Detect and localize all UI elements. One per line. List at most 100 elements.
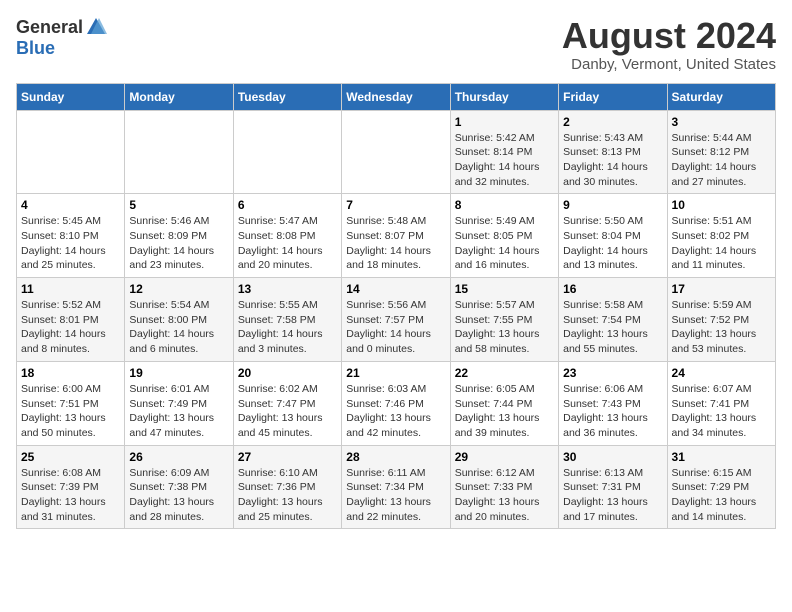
calendar-cell: 22 Sunrise: 6:05 AM Sunset: 7:44 PM Dayli… — [450, 361, 558, 445]
calendar-week-row: 4 Sunrise: 5:45 AM Sunset: 8:10 PM Daylig… — [17, 194, 776, 278]
day-number: 21 — [346, 366, 445, 380]
day-info: Sunrise: 5:51 AM Sunset: 8:02 PM Dayligh… — [672, 214, 771, 273]
calendar-week-row: 18 Sunrise: 6:00 AM Sunset: 7:51 PM Dayli… — [17, 361, 776, 445]
calendar-cell: 12 Sunrise: 5:54 AM Sunset: 8:00 PM Dayli… — [125, 278, 233, 362]
calendar-cell — [342, 110, 450, 194]
day-number: 20 — [238, 366, 337, 380]
day-number: 31 — [672, 450, 771, 464]
day-number: 27 — [238, 450, 337, 464]
day-number: 11 — [21, 282, 120, 296]
day-number: 17 — [672, 282, 771, 296]
day-info: Sunrise: 6:03 AM Sunset: 7:46 PM Dayligh… — [346, 382, 445, 441]
day-number: 10 — [672, 198, 771, 212]
day-info: Sunrise: 5:59 AM Sunset: 7:52 PM Dayligh… — [672, 298, 771, 357]
calendar-cell: 31Sunrise: 6:15 AM Sunset: 7:29 PM Dayli… — [667, 445, 775, 529]
weekday-header-thursday: Thursday — [450, 83, 558, 110]
calendar-cell — [17, 110, 125, 194]
day-number: 5 — [129, 198, 228, 212]
day-info: Sunrise: 6:11 AM Sunset: 7:34 PM Dayligh… — [346, 466, 445, 525]
calendar-cell: 23Sunrise: 6:06 AM Sunset: 7:43 PM Dayli… — [559, 361, 667, 445]
day-number: 26 — [129, 450, 228, 464]
day-info: Sunrise: 5:45 AM Sunset: 8:10 PM Dayligh… — [21, 214, 120, 273]
day-number: 4 — [21, 198, 120, 212]
day-info: Sunrise: 5:54 AM Sunset: 8:00 PM Dayligh… — [129, 298, 228, 357]
calendar-cell: 16 Sunrise: 5:58 AM Sunset: 7:54 PM Dayli… — [559, 278, 667, 362]
calendar-cell: 1 Sunrise: 5:42 AM Sunset: 8:14 PM Daylig… — [450, 110, 558, 194]
day-info: Sunrise: 5:47 AM Sunset: 8:08 PM Dayligh… — [238, 214, 337, 273]
day-info: Sunrise: 5:44 AM Sunset: 8:12 PM Dayligh… — [672, 131, 771, 190]
day-number: 7 — [346, 198, 445, 212]
day-info: Sunrise: 5:46 AM Sunset: 8:09 PM Dayligh… — [129, 214, 228, 273]
day-info: Sunrise: 5:56 AM Sunset: 7:57 PM Dayligh… — [346, 298, 445, 357]
day-number: 16 — [563, 282, 662, 296]
day-info: Sunrise: 5:52 AM Sunset: 8:01 PM Dayligh… — [21, 298, 120, 357]
day-number: 1 — [455, 115, 554, 129]
weekday-header-wednesday: Wednesday — [342, 83, 450, 110]
day-number: 22 — [455, 366, 554, 380]
calendar-cell: 8 Sunrise: 5:49 AM Sunset: 8:05 PM Daylig… — [450, 194, 558, 278]
day-info: Sunrise: 5:49 AM Sunset: 8:05 PM Dayligh… — [455, 214, 554, 273]
day-info: Sunrise: 5:48 AM Sunset: 8:07 PM Dayligh… — [346, 214, 445, 273]
day-number: 6 — [238, 198, 337, 212]
calendar-week-row: 25Sunrise: 6:08 AM Sunset: 7:39 PM Dayli… — [17, 445, 776, 529]
day-number: 28 — [346, 450, 445, 464]
calendar-cell: 19 Sunrise: 6:01 AM Sunset: 7:49 PM Dayli… — [125, 361, 233, 445]
day-number: 9 — [563, 198, 662, 212]
calendar-cell: 10 Sunrise: 5:51 AM Sunset: 8:02 PM Dayli… — [667, 194, 775, 278]
calendar-cell: 13 Sunrise: 5:55 AM Sunset: 7:58 PM Dayli… — [233, 278, 341, 362]
day-number: 12 — [129, 282, 228, 296]
calendar-cell: 17 Sunrise: 5:59 AM Sunset: 7:52 PM Dayli… — [667, 278, 775, 362]
weekday-header-saturday: Saturday — [667, 83, 775, 110]
calendar-cell: 4 Sunrise: 5:45 AM Sunset: 8:10 PM Daylig… — [17, 194, 125, 278]
day-info: Sunrise: 6:07 AM Sunset: 7:41 PM Dayligh… — [672, 382, 771, 441]
day-number: 30 — [563, 450, 662, 464]
day-info: Sunrise: 6:08 AM Sunset: 7:39 PM Dayligh… — [21, 466, 120, 525]
day-info: Sunrise: 6:00 AM Sunset: 7:51 PM Dayligh… — [21, 382, 120, 441]
calendar-cell: 18 Sunrise: 6:00 AM Sunset: 7:51 PM Dayli… — [17, 361, 125, 445]
day-number: 29 — [455, 450, 554, 464]
month-year-title: August 2024 — [562, 16, 776, 56]
day-number: 15 — [455, 282, 554, 296]
day-info: Sunrise: 6:09 AM Sunset: 7:38 PM Dayligh… — [129, 466, 228, 525]
logo-icon — [85, 16, 107, 38]
day-number: 23 — [563, 366, 662, 380]
day-number: 18 — [21, 366, 120, 380]
calendar-cell: 9 Sunrise: 5:50 AM Sunset: 8:04 PM Daylig… — [559, 194, 667, 278]
logo-blue-text: Blue — [16, 38, 55, 59]
calendar-cell: 25Sunrise: 6:08 AM Sunset: 7:39 PM Dayli… — [17, 445, 125, 529]
calendar-week-row: 1 Sunrise: 5:42 AM Sunset: 8:14 PM Daylig… — [17, 110, 776, 194]
calendar-cell: 2 Sunrise: 5:43 AM Sunset: 8:13 PM Daylig… — [559, 110, 667, 194]
weekday-header-sunday: Sunday — [17, 83, 125, 110]
day-info: Sunrise: 6:12 AM Sunset: 7:33 PM Dayligh… — [455, 466, 554, 525]
calendar-cell: 27 Sunrise: 6:10 AM Sunset: 7:36 PM Dayli… — [233, 445, 341, 529]
calendar-cell — [233, 110, 341, 194]
day-info: Sunrise: 5:50 AM Sunset: 8:04 PM Dayligh… — [563, 214, 662, 273]
day-number: 3 — [672, 115, 771, 129]
day-number: 14 — [346, 282, 445, 296]
calendar-cell: 21 Sunrise: 6:03 AM Sunset: 7:46 PM Dayli… — [342, 361, 450, 445]
calendar-cell: 5 Sunrise: 5:46 AM Sunset: 8:09 PM Daylig… — [125, 194, 233, 278]
day-info: Sunrise: 6:02 AM Sunset: 7:47 PM Dayligh… — [238, 382, 337, 441]
day-info: Sunrise: 5:43 AM Sunset: 8:13 PM Dayligh… — [563, 131, 662, 190]
calendar-week-row: 11 Sunrise: 5:52 AM Sunset: 8:01 PM Dayli… — [17, 278, 776, 362]
day-number: 8 — [455, 198, 554, 212]
day-info: Sunrise: 5:55 AM Sunset: 7:58 PM Dayligh… — [238, 298, 337, 357]
day-info: Sunrise: 6:10 AM Sunset: 7:36 PM Dayligh… — [238, 466, 337, 525]
calendar-cell: 30Sunrise: 6:13 AM Sunset: 7:31 PM Dayli… — [559, 445, 667, 529]
logo: General Blue — [16, 16, 107, 59]
calendar-cell: 26 Sunrise: 6:09 AM Sunset: 7:38 PM Dayli… — [125, 445, 233, 529]
day-info: Sunrise: 5:42 AM Sunset: 8:14 PM Dayligh… — [455, 131, 554, 190]
day-number: 13 — [238, 282, 337, 296]
calendar-cell: 15Sunrise: 5:57 AM Sunset: 7:55 PM Dayli… — [450, 278, 558, 362]
day-number: 24 — [672, 366, 771, 380]
day-info: Sunrise: 5:58 AM Sunset: 7:54 PM Dayligh… — [563, 298, 662, 357]
day-number: 2 — [563, 115, 662, 129]
day-number: 19 — [129, 366, 228, 380]
day-info: Sunrise: 6:05 AM Sunset: 7:44 PM Dayligh… — [455, 382, 554, 441]
calendar-cell: 7 Sunrise: 5:48 AM Sunset: 8:07 PM Daylig… — [342, 194, 450, 278]
calendar-cell: 14 Sunrise: 5:56 AM Sunset: 7:57 PM Dayli… — [342, 278, 450, 362]
calendar-cell — [125, 110, 233, 194]
day-info: Sunrise: 6:01 AM Sunset: 7:49 PM Dayligh… — [129, 382, 228, 441]
weekday-header-friday: Friday — [559, 83, 667, 110]
weekday-header-tuesday: Tuesday — [233, 83, 341, 110]
